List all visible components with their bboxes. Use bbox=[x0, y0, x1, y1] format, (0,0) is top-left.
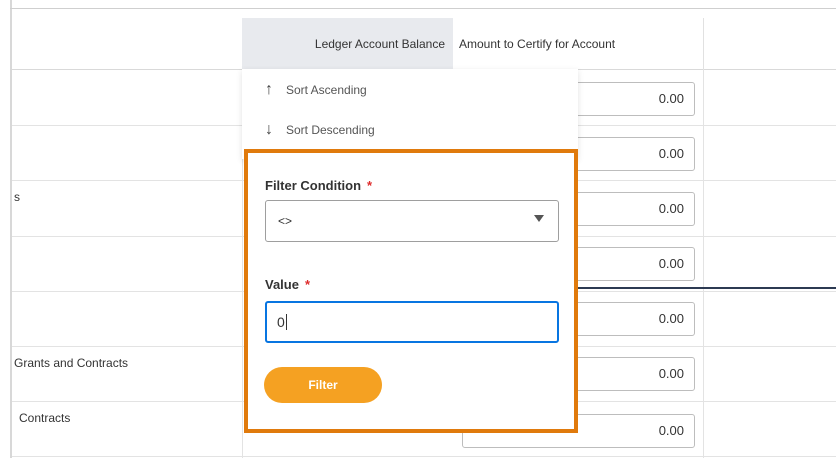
filter-condition-value: <> bbox=[278, 214, 293, 228]
filter-condition-label: Filter Condition * bbox=[265, 178, 372, 193]
value-label: Value * bbox=[265, 277, 310, 292]
column-options-menu: ↑ Sort Ascending ↓ Sort Descending bbox=[242, 69, 578, 159]
filter-value-input[interactable]: 0 bbox=[265, 301, 559, 343]
text-caret bbox=[285, 314, 287, 330]
column-header-amount-label: Amount to Certify for Account bbox=[459, 36, 616, 51]
arrow-down-icon: ↓ bbox=[265, 121, 273, 138]
screenshot-frame: Ledger Account Balance Amount to Certify… bbox=[0, 0, 836, 458]
header-column-divider bbox=[703, 18, 704, 69]
chevron-down-icon bbox=[534, 215, 544, 222]
filter-condition-label-text: Filter Condition bbox=[265, 178, 362, 193]
filter-value-text: 0 bbox=[277, 314, 285, 330]
filter-panel: Filter Condition * <> Value * 0 Filter bbox=[244, 149, 578, 433]
filter-button[interactable]: Filter bbox=[264, 367, 382, 403]
arrow-up-icon: ↑ bbox=[265, 81, 273, 98]
value-label-text: Value bbox=[265, 277, 299, 292]
connector-line bbox=[578, 287, 836, 289]
column-header-ledger-balance-label: Ledger Account Balance bbox=[314, 36, 445, 51]
column-divider bbox=[703, 69, 704, 458]
sort-descending-label: Sort Descending bbox=[286, 123, 375, 137]
row-label-fragment: s bbox=[14, 190, 20, 204]
sort-ascending-item[interactable]: ↑ Sort Ascending bbox=[260, 81, 367, 99]
filter-condition-select[interactable]: <> bbox=[265, 200, 559, 242]
required-indicator: * bbox=[367, 178, 373, 193]
required-indicator: * bbox=[304, 277, 311, 292]
filter-button-label: Filter bbox=[308, 378, 338, 392]
row-label-contracts: Contracts bbox=[19, 411, 71, 425]
column-header-amount-to-certify[interactable]: Amount to Certify for Account bbox=[453, 18, 703, 69]
sort-ascending-label: Sort Ascending bbox=[286, 83, 367, 97]
row-label-grants-and-contracts: Grants and Contracts bbox=[14, 356, 129, 370]
row-divider bbox=[12, 456, 836, 457]
table-top-border bbox=[10, 8, 836, 9]
sort-descending-item[interactable]: ↓ Sort Descending bbox=[260, 121, 375, 139]
column-header-ledger-balance[interactable]: Ledger Account Balance bbox=[242, 18, 453, 69]
